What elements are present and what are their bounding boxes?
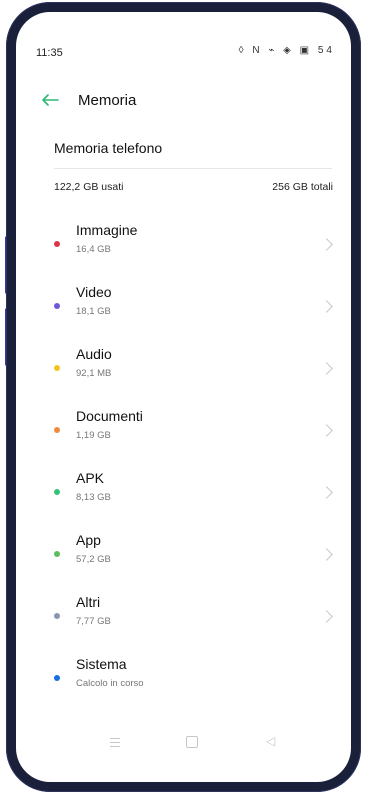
item-size: 16,4 GB — [76, 244, 111, 255]
storage-item-altri[interactable]: Altri 7,77 GB — [16, 594, 351, 650]
item-label: App — [76, 532, 101, 548]
chevron-right-icon — [320, 300, 333, 313]
category-color-dot — [54, 613, 60, 619]
storage-item-apk[interactable]: APK 8,13 GB — [16, 470, 351, 526]
item-label: Sistema — [76, 656, 127, 672]
nav-back-icon[interactable]: ◁ — [266, 734, 275, 748]
item-size: 57,2 GB — [76, 554, 111, 565]
used-storage: 122,2 GB usati — [54, 181, 124, 193]
category-color-dot — [54, 551, 60, 557]
usage-divider — [54, 168, 332, 169]
status-icons: ◊ N ⌁ ◈ ▣ 54 — [238, 45, 335, 56]
chevron-right-icon — [320, 548, 333, 561]
home-icon[interactable] — [186, 736, 198, 748]
item-size: 18,1 GB — [76, 306, 111, 317]
storage-item-sistema: Sistema Calcolo in corso — [16, 656, 351, 712]
item-label: Video — [76, 284, 112, 300]
item-size: 1,19 GB — [76, 430, 111, 441]
phone-frame: 11:35 ◊ N ⌁ ◈ ▣ 54 Memoria Memoria telef… — [0, 0, 367, 796]
status-bar: 11:35 ◊ N ⌁ ◈ ▣ 54 — [16, 12, 351, 59]
screen: 11:35 ◊ N ⌁ ◈ ▣ 54 Memoria Memoria telef… — [16, 12, 351, 782]
item-size: 7,77 GB — [76, 616, 111, 627]
category-color-dot — [54, 489, 60, 495]
item-label: APK — [76, 470, 105, 486]
chevron-right-icon — [320, 486, 333, 499]
category-color-dot — [54, 675, 60, 681]
back-arrow-icon[interactable] — [40, 90, 64, 114]
item-size: Calcolo in corso — [76, 678, 144, 689]
app-header: Memoria — [16, 90, 351, 120]
item-label: Audio — [76, 346, 112, 362]
chevron-right-icon — [320, 424, 333, 437]
item-size: 8,13 GB — [76, 492, 111, 503]
item-label: Altri — [76, 594, 101, 610]
storage-item-audio[interactable]: Audio 92,1 MB — [16, 346, 351, 402]
item-label: Documenti — [76, 408, 143, 424]
status-time: 11:35 — [36, 47, 63, 59]
chevron-right-icon — [320, 610, 333, 623]
storage-item-video[interactable]: Video 18,1 GB — [16, 284, 351, 340]
storage-item-app[interactable]: App 57,2 GB — [16, 532, 351, 588]
section-title: Memoria telefono — [54, 140, 163, 156]
storage-item-immagine[interactable]: Immagine 16,4 GB — [16, 222, 351, 278]
storage-item-documenti[interactable]: Documenti 1,19 GB — [16, 408, 351, 464]
category-color-dot — [54, 365, 60, 371]
navigation-bar: ◁ — [16, 734, 351, 764]
page-title: Memoria — [78, 92, 137, 109]
total-storage: 256 GB totali — [272, 181, 333, 193]
chevron-right-icon — [320, 238, 333, 251]
recent-apps-icon[interactable] — [110, 738, 120, 750]
category-color-dot — [54, 427, 60, 433]
chevron-right-icon — [320, 362, 333, 375]
item-size: 92,1 MB — [76, 368, 112, 379]
category-color-dot — [54, 303, 60, 309]
item-label: Immagine — [76, 222, 138, 238]
category-color-dot — [54, 241, 60, 247]
